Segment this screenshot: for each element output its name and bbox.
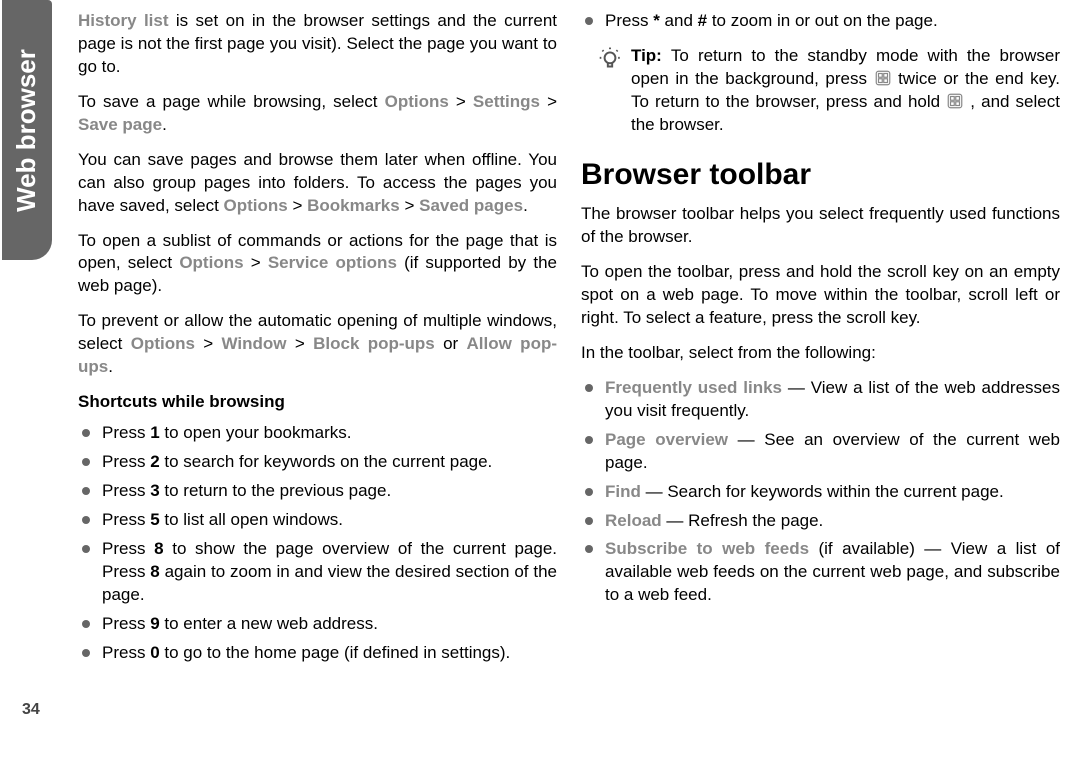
menu-options: Options: [224, 196, 288, 215]
key-8: 8: [150, 562, 159, 581]
zoom-list: Press * and # to zoom in or out on the p…: [581, 10, 1060, 33]
list-item: Press 3 to return to the previous page.: [78, 480, 557, 503]
menu-options: Options: [179, 253, 243, 272]
paragraph-toolbar-select: In the toolbar, select from the followin…: [581, 342, 1060, 365]
section-tab-text: Web browser: [11, 49, 42, 212]
page-content: History list is set on in the browser se…: [60, 0, 1080, 779]
key-2: 2: [150, 452, 159, 471]
tip-text: Tip: To return to the standby mode with …: [631, 45, 1060, 137]
heading-shortcuts: Shortcuts while browsing: [78, 391, 557, 414]
paragraph-history-list: History list is set on in the browser se…: [78, 10, 557, 79]
heading-browser-toolbar: Browser toolbar: [581, 155, 1060, 196]
paragraph-service-options: To open a sublist of commands or actions…: [78, 230, 557, 299]
menu-save-page: Save page: [78, 115, 162, 134]
section-tab: Web browser 34: [0, 0, 60, 779]
key-8: 8: [154, 539, 163, 558]
tip-block: Tip: To return to the standby mode with …: [597, 45, 1060, 137]
right-column: Press * and # to zoom in or out on the p…: [581, 10, 1060, 769]
menu-block-popups: Block pop-ups: [313, 334, 435, 353]
menu-service-options: Service options: [268, 253, 397, 272]
paragraph-saved-pages: You can save pages and browse them later…: [78, 149, 557, 218]
key-1: 1: [150, 423, 159, 442]
term-subscribe-web-feeds: Subscribe to web feeds: [605, 539, 809, 558]
list-item: Press 5 to list all open windows.: [78, 509, 557, 532]
paragraph-toolbar-intro: The browser toolbar helps you select fre…: [581, 203, 1060, 249]
key-9: 9: [150, 614, 159, 633]
paragraph-save-page: To save a page while browsing, select Op…: [78, 91, 557, 137]
paragraph-popups: To prevent or allow the automatic openin…: [78, 310, 557, 379]
list-item: Press * and # to zoom in or out on the p…: [581, 10, 1060, 33]
paragraph-toolbar-open: To open the toolbar, press and hold the …: [581, 261, 1060, 330]
list-item: Page overview — See an overview of the c…: [581, 429, 1060, 475]
left-column: History list is set on in the browser se…: [78, 10, 557, 769]
toolbar-list: Frequently used links — View a list of t…: [581, 377, 1060, 607]
menu-key-icon: [874, 69, 892, 87]
key-hash: #: [698, 11, 707, 30]
page-number: 34: [22, 701, 40, 719]
list-item: Press 1 to open your bookmarks.: [78, 422, 557, 445]
list-item: Press 8 to show the page overview of the…: [78, 538, 557, 607]
term-frequently-used-links: Frequently used links: [605, 378, 782, 397]
menu-bookmarks: Bookmarks: [307, 196, 400, 215]
manual-page: Web browser 34 History list is set on in…: [0, 0, 1080, 779]
key-0: 0: [150, 643, 159, 662]
term-reload: Reload: [605, 511, 662, 530]
list-item: Press 9 to enter a new web address.: [78, 613, 557, 636]
list-item: Frequently used links — View a list of t…: [581, 377, 1060, 423]
lightbulb-icon: [597, 47, 623, 73]
key-star: *: [653, 11, 660, 30]
key-3: 3: [150, 481, 159, 500]
term-history-list: History list: [78, 11, 169, 30]
menu-saved-pages: Saved pages: [419, 196, 523, 215]
term-find: Find: [605, 482, 641, 501]
menu-window: Window: [222, 334, 287, 353]
list-item: Reload — Refresh the page.: [581, 510, 1060, 533]
list-item: Find — Search for keywords within the cu…: [581, 481, 1060, 504]
tip-label: Tip:: [631, 46, 671, 65]
menu-key-icon: [946, 92, 964, 110]
term-page-overview: Page overview: [605, 430, 728, 449]
section-tab-label: Web browser: [0, 0, 52, 260]
menu-options: Options: [385, 92, 449, 111]
key-5: 5: [150, 510, 159, 529]
shortcuts-list: Press 1 to open your bookmarks. Press 2 …: [78, 422, 557, 664]
menu-options: Options: [131, 334, 195, 353]
menu-settings: Settings: [473, 92, 540, 111]
list-item: Press 0 to go to the home page (if defin…: [78, 642, 557, 665]
list-item: Press 2 to search for keywords on the cu…: [78, 451, 557, 474]
list-item: Subscribe to web feeds (if available) — …: [581, 538, 1060, 607]
